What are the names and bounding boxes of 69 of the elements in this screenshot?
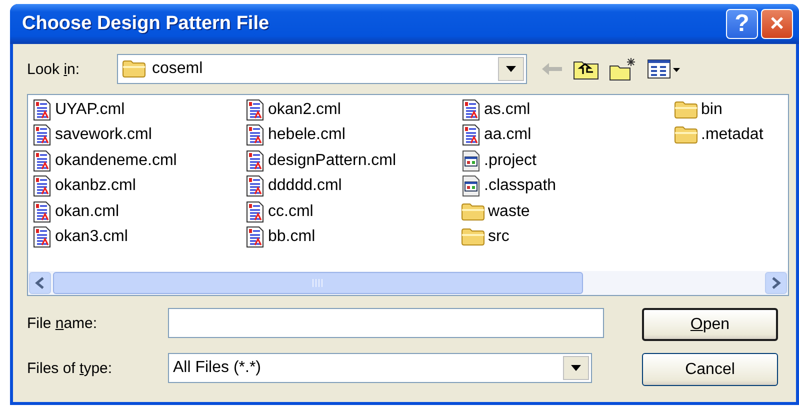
new-folder-icon (609, 57, 637, 81)
folder-item[interactable]: .metadat (674, 122, 784, 148)
file-item[interactable]: cc.cml (245, 199, 461, 224)
view-menu-icon (647, 59, 681, 79)
folder-icon (461, 202, 485, 221)
file-item[interactable]: bb.cml (245, 224, 461, 250)
file-item[interactable]: .classpath (461, 174, 674, 199)
file-item[interactable]: as.cml (461, 97, 674, 122)
document-icon (245, 200, 265, 223)
file-item[interactable]: aa.cml (461, 122, 674, 148)
file-name-field[interactable] (168, 308, 604, 338)
look-in-label: Look in: (27, 60, 81, 78)
document-icon (245, 226, 265, 248)
back-arrow-icon (541, 62, 563, 76)
dropdown-button[interactable] (563, 356, 589, 380)
folder-icon (674, 100, 698, 119)
document-icon (32, 200, 52, 223)
document-icon (461, 124, 481, 146)
caret-icon (506, 66, 516, 72)
document-icon (245, 175, 265, 198)
file-item[interactable]: ddddd.cml (245, 174, 461, 199)
caret-icon (571, 365, 581, 371)
window-title: Choose Design Pattern File (22, 13, 270, 35)
grip-icon (312, 279, 324, 287)
document-icon (32, 226, 52, 248)
scroll-left-button[interactable] (29, 272, 51, 294)
document-icon (245, 150, 265, 172)
file-type-dropdown[interactable]: All Files (*.*) (168, 353, 592, 383)
open-button[interactable]: Open (642, 308, 778, 341)
left-chevron-icon (35, 277, 45, 289)
folder-icon (461, 228, 485, 246)
file-item[interactable]: savework.cml (32, 122, 245, 148)
document-icon (32, 124, 52, 146)
folder-item[interactable]: bin (674, 97, 784, 122)
window-file-icon (461, 150, 481, 172)
file-item[interactable]: hebele.cml (245, 122, 461, 148)
file-item[interactable]: okandeneme.cml (32, 148, 245, 174)
dropdown-button[interactable] (498, 57, 524, 81)
folder-item[interactable]: src (461, 224, 674, 250)
new-folder-button[interactable] (609, 57, 637, 81)
file-name-label: File name: (27, 314, 98, 332)
cancel-button[interactable]: Cancel (642, 353, 778, 386)
document-icon (461, 98, 481, 121)
file-item[interactable]: okanbz.cml (32, 174, 245, 199)
file-item[interactable]: okan.cml (32, 199, 245, 224)
window-file-icon (461, 175, 481, 198)
file-type-value: All Files (*.*) (173, 359, 262, 377)
document-icon (32, 175, 52, 198)
file-type-label: Files of type: (27, 360, 114, 376)
document-icon (32, 98, 52, 121)
file-item[interactable]: UYAP.cml (32, 97, 245, 122)
help-button[interactable]: ? (726, 9, 758, 39)
scroll-right-button[interactable] (765, 272, 787, 294)
file-item[interactable]: okan3.cml (32, 224, 245, 250)
document-icon (245, 124, 265, 146)
view-menu-button[interactable] (647, 59, 681, 79)
document-icon (32, 150, 52, 172)
horizontal-scrollbar[interactable] (28, 271, 788, 295)
look-in-value: coseml (152, 60, 204, 78)
folder-icon (674, 126, 698, 144)
file-item[interactable]: .project (461, 148, 674, 174)
folder-item[interactable]: waste (461, 199, 674, 224)
folder-icon (122, 60, 146, 78)
right-chevron-icon (771, 277, 781, 289)
scroll-thumb[interactable] (53, 272, 583, 294)
file-item[interactable]: okan2.cml (245, 97, 461, 122)
file-item[interactable]: designPattern.cml (245, 148, 461, 174)
look-in-dropdown[interactable]: coseml (117, 54, 527, 84)
document-icon (245, 98, 265, 121)
